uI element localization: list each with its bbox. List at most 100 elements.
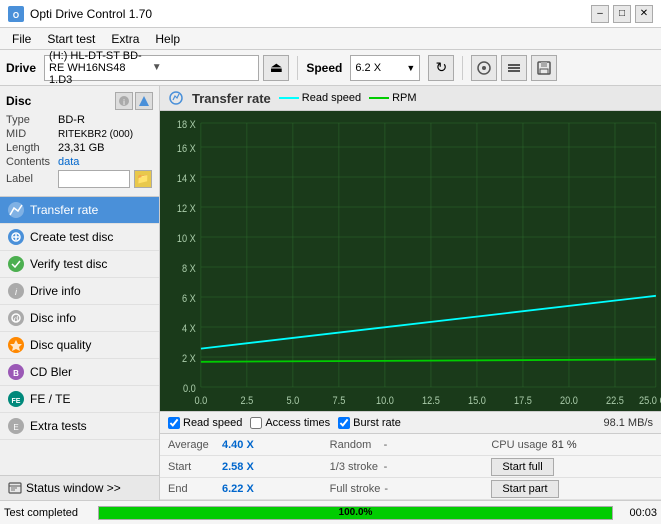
nav-create-test-disc[interactable]: Create test disc <box>0 224 159 251</box>
save-button[interactable] <box>531 55 557 81</box>
progress-bar-container: 100.0% <box>98 506 613 520</box>
settings-button2[interactable] <box>501 55 527 81</box>
eject-button[interactable]: ⏏ <box>263 55 289 81</box>
disc-icon-btn2[interactable] <box>135 92 153 110</box>
read-speed-checkbox-label[interactable]: Read speed <box>168 417 242 429</box>
drive-label: Drive <box>6 61 36 75</box>
full-stroke-label: Full stroke <box>330 483 381 495</box>
nav-cd-bler-label: CD Bler <box>30 365 72 379</box>
nav-fe-te[interactable]: FE FE / TE <box>0 386 159 413</box>
disc-info-icon: d <box>8 310 24 326</box>
stats-end: End 6.22 X <box>168 483 330 495</box>
nav-disc-quality[interactable]: Disc quality <box>0 332 159 359</box>
svg-text:i: i <box>123 98 125 107</box>
length-value: 23,31 GB <box>58 142 104 154</box>
full-stroke-value: - <box>384 483 388 495</box>
svg-text:2 X: 2 X <box>182 353 196 365</box>
speed-dropdown-arrow: ▼ <box>406 63 415 73</box>
transfer-rate-icon <box>8 202 24 218</box>
nav-verify-test-disc-label: Verify test disc <box>30 257 107 271</box>
nav-drive-info[interactable]: i Drive info <box>0 278 159 305</box>
stats-average: Average 4.40 X <box>168 439 330 451</box>
stats-row-2: Start 2.58 X 1/3 stroke - Start full <box>160 456 661 478</box>
nav-fe-te-label: FE / TE <box>30 392 70 406</box>
toolbar-separator2 <box>462 56 463 80</box>
verify-test-disc-icon <box>8 256 24 272</box>
svg-text:20.0: 20.0 <box>560 395 578 407</box>
start-full-button[interactable]: Start full <box>491 458 553 476</box>
speed-selector[interactable]: 6.2 X ▼ <box>350 55 420 81</box>
burst-rate-checkbox-label[interactable]: Burst rate <box>338 417 401 429</box>
status-window-button[interactable]: Status window >> <box>0 475 159 500</box>
contents-value: data <box>58 156 79 168</box>
legend-rpm: RPM <box>369 92 416 104</box>
stats-cpu: CPU usage 81 % <box>491 439 653 451</box>
cd-bler-icon: B <box>8 364 24 380</box>
length-label: Length <box>6 142 54 154</box>
svg-text:0.0: 0.0 <box>183 383 196 395</box>
svg-text:10.0: 10.0 <box>376 395 394 407</box>
progress-percent: 100.0% <box>99 507 612 519</box>
disc-icon-btn1[interactable]: i <box>115 92 133 110</box>
end-value: 6.22 X <box>222 483 254 495</box>
svg-text:16 X: 16 X <box>177 143 196 155</box>
svg-text:4 X: 4 X <box>182 323 196 335</box>
nav-disc-info[interactable]: d Disc info <box>0 305 159 332</box>
random-label: Random <box>330 439 380 451</box>
access-times-checkbox[interactable] <box>250 417 262 429</box>
nav-verify-test-disc[interactable]: Verify test disc <box>0 251 159 278</box>
menu-extra[interactable]: Extra <box>103 30 147 48</box>
stats-random: Random - <box>330 439 492 451</box>
cpu-value: 81 % <box>552 439 577 451</box>
svg-text:17.5: 17.5 <box>514 395 532 407</box>
average-label: Average <box>168 439 218 451</box>
disc-title: Disc <box>6 94 31 108</box>
burst-rate-checkbox[interactable] <box>338 417 350 429</box>
menu-start-test[interactable]: Start test <box>39 30 103 48</box>
chart-container: 18 X 16 X 14 X 12 X 10 X 8 X 6 X 4 X 2 X… <box>160 111 661 411</box>
chart-header: Transfer rate Read speed RPM <box>160 86 661 111</box>
svg-text:14 X: 14 X <box>177 173 196 185</box>
folder-button[interactable]: 📁 <box>134 170 152 188</box>
titlebar-left: O Opti Drive Control 1.70 <box>8 6 152 22</box>
fe-te-icon: FE <box>8 391 24 407</box>
disc-length-row: Length 23,31 GB <box>6 142 153 154</box>
time-display: 00:03 <box>617 507 657 519</box>
close-button[interactable]: ✕ <box>635 5 653 23</box>
nav-drive-info-label: Drive info <box>30 284 81 298</box>
minimize-button[interactable]: – <box>591 5 609 23</box>
nav-extra-tests[interactable]: E Extra tests <box>0 413 159 440</box>
average-value: 4.40 X <box>222 439 254 451</box>
cpu-label: CPU usage <box>491 439 547 451</box>
disc-quality-icon <box>8 337 24 353</box>
chart-title: Transfer rate <box>192 91 271 106</box>
nav-transfer-rate[interactable]: Transfer rate <box>0 197 159 224</box>
maximize-button[interactable]: □ <box>613 5 631 23</box>
nav-cd-bler[interactable]: B CD Bler <box>0 359 159 386</box>
disc-action-icons: i <box>115 92 153 110</box>
start-value: 2.58 X <box>222 461 254 473</box>
status-window-icon <box>8 481 22 495</box>
menubar: File Start test Extra Help <box>0 28 661 50</box>
drive-selector[interactable]: (H:) HL-DT-ST BD-RE WH16NS48 1.D3 ▼ <box>44 55 259 81</box>
nav-create-test-disc-label: Create test disc <box>30 230 113 244</box>
label-input[interactable] <box>58 170 130 188</box>
access-times-checkbox-label[interactable]: Access times <box>250 417 330 429</box>
chart-svg: 18 X 16 X 14 X 12 X 10 X 8 X 6 X 4 X 2 X… <box>160 111 661 411</box>
drive-value: (H:) HL-DT-ST BD-RE WH16NS48 1.D3 <box>49 50 152 86</box>
refresh-button[interactable]: ↻ <box>428 55 454 81</box>
svg-text:FE: FE <box>12 398 21 405</box>
app-icon: O <box>8 6 24 22</box>
svg-text:18 X: 18 X <box>177 119 196 131</box>
menu-help[interactable]: Help <box>147 30 188 48</box>
mid-value: RITEKBR2 (000) <box>58 129 133 140</box>
start-part-button[interactable]: Start part <box>491 480 558 498</box>
settings-button1[interactable] <box>471 55 497 81</box>
status-window-label: Status window >> <box>26 481 121 495</box>
legend-read-color <box>279 94 299 102</box>
nav-menu: Transfer rate Create test disc Verify te… <box>0 197 159 475</box>
read-speed-checkbox[interactable] <box>168 417 180 429</box>
titlebar-controls[interactable]: – □ ✕ <box>591 5 653 23</box>
menu-file[interactable]: File <box>4 30 39 48</box>
svg-text:25.0 GB: 25.0 GB <box>639 395 661 407</box>
